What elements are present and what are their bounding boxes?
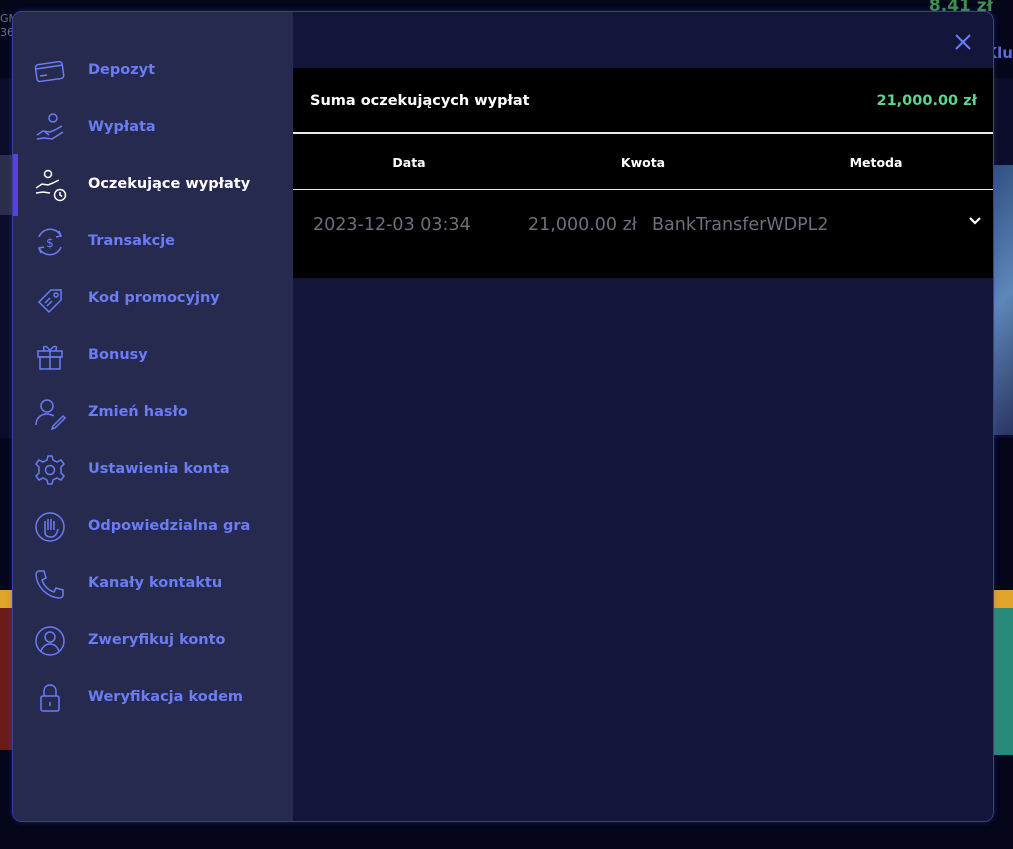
pending-withdrawals-content: Suma oczekujących wypłat 21,000.00 zł Da… [293,12,993,821]
column-header-amount: Kwota [620,155,666,170]
sidebar-item-odpowiedzialna-gra[interactable]: Odpowiedzialna gra [13,498,293,555]
account-modal: Depozyt Wypłata Oczekujące wypłaty $ Tra… [12,11,994,822]
phone-icon [33,567,67,601]
dollar-cycle-icon: $ [33,225,67,259]
sidebar-item-kanaly-kontaktu[interactable]: Kanały kontaktu [13,555,293,612]
table-header: Data Kwota Metoda [293,136,993,190]
hand-coin-clock-icon [33,168,67,202]
pending-sum-row: Suma oczekujących wypłat 21,000.00 zł [293,68,993,134]
gear-icon [33,453,67,487]
sidebar-item-label: Kanały kontaktu [88,575,223,591]
cell-method: BankTransferWDPL2 [652,215,829,235]
pending-sum-label: Suma oczekujących wypłat [310,93,530,109]
sidebar-item-label: Zweryfikuj konto [88,632,226,648]
sidebar-item-label: Ustawienia konta [88,461,230,477]
card-icon [33,54,67,88]
sidebar-item-label: Transakcje [88,233,176,249]
tag-icon [33,282,67,316]
column-header-method: Metoda [849,155,903,170]
sidebar-item-transakcje[interactable]: $ Transakcje [13,213,293,270]
sidebar-item-label: Bonusy [88,347,148,363]
sidebar-item-label: Odpowiedzialna gra [88,518,251,534]
sidebar-item-label: Kod promocyjny [88,290,220,306]
user-edit-icon [33,396,67,431]
close-icon[interactable] [951,30,975,54]
gift-icon [33,339,67,373]
sidebar-item-zmien-haslo[interactable]: Zmień hasło [13,384,293,441]
sidebar-item-weryfikacja-kodem[interactable]: Weryfikacja kodem [13,669,293,726]
column-header-date: Data [392,155,426,170]
sidebar-item-bonusy[interactable]: Bonusy [13,327,293,384]
cell-date: 2023-12-03 03:34 [313,215,471,235]
lock-icon [33,681,67,715]
pending-sum-value: 21,000.00 zł [876,93,977,109]
sidebar-item-kod-promocyjny[interactable]: Kod promocyjny [13,270,293,327]
active-indicator [13,154,18,216]
sidebar-item-label: Oczekujące wypłaty [88,176,251,192]
hand-coin-icon [33,111,67,145]
user-circle-icon [33,624,67,658]
background-game-tile [991,590,1013,755]
account-sidebar: Depozyt Wypłata Oczekujące wypłaty $ Tra… [13,12,293,821]
sidebar-item-wyplata[interactable]: Wypłata [13,99,293,156]
sidebar-item-label: Depozyt [88,62,156,78]
table-row[interactable]: 2023-12-03 03:34 21,000.00 zł BankTransf… [293,191,993,259]
cell-amount: 21,000.00 zł [528,215,637,235]
sidebar-item-ustawienia-konta[interactable]: Ustawienia konta [13,441,293,498]
hand-stop-icon [33,510,67,544]
svg-text:$: $ [46,236,54,250]
sidebar-item-zweryfikuj-konto[interactable]: Zweryfikuj konto [13,612,293,669]
pending-withdrawals-panel: Suma oczekujących wypłat 21,000.00 zł Da… [293,68,993,278]
sidebar-item-label: Zmień hasło [88,404,188,420]
background-banner [991,165,1013,435]
sidebar-item-oczekujace-wyplaty[interactable]: Oczekujące wypłaty [13,154,293,216]
chevron-down-icon[interactable] [967,213,983,229]
sidebar-item-depozyt[interactable]: Depozyt [13,42,293,99]
sidebar-item-label: Wypłata [88,119,156,135]
sidebar-item-label: Weryfikacja kodem [88,689,244,705]
